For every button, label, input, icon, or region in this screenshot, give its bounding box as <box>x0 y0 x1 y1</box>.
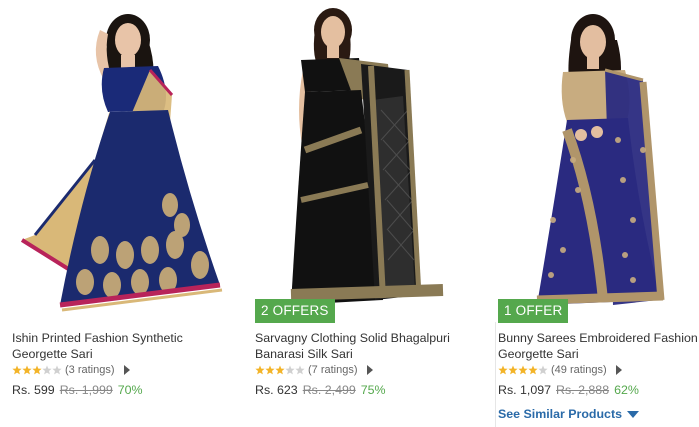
caret-down-icon <box>626 410 639 418</box>
star-filled-icon <box>275 365 285 375</box>
see-similar-products-link[interactable]: See Similar Products <box>498 407 639 421</box>
rating-row: (3 ratings) <box>12 363 130 377</box>
price-row: Rs. 623 Rs. 2,499 75% <box>255 383 386 397</box>
saree-illustration-2 <box>243 0 493 322</box>
discount-percent: 70% <box>117 383 143 397</box>
original-price: Rs. 2,888 <box>556 383 610 397</box>
ratings-count[interactable]: (3 ratings) <box>65 364 115 376</box>
rating-row: (49 ratings) <box>498 363 622 377</box>
star-rating <box>498 365 548 375</box>
selling-price: Rs. 599 <box>12 383 55 397</box>
price-row: Rs. 1,097 Rs. 2,888 62% <box>498 383 639 397</box>
product-title[interactable]: Ishin Printed Fashion Synthetic Georgett… <box>12 331 240 362</box>
ratings-count[interactable]: (49 ratings) <box>551 364 607 376</box>
star-filled-icon <box>265 365 275 375</box>
product-title[interactable]: Sarvagny Clothing Solid Bhagalpuri Banar… <box>255 331 485 362</box>
saree-illustration-3 <box>493 0 699 322</box>
selling-price: Rs. 623 <box>255 383 298 397</box>
product-image-1[interactable] <box>0 0 243 322</box>
star-empty-icon <box>42 365 52 375</box>
star-empty-icon <box>52 365 62 375</box>
play-arrow-icon[interactable] <box>366 365 373 375</box>
original-price: Rs. 2,499 <box>302 383 356 397</box>
product-card-3[interactable]: 1 OFFER Bunny Sarees Embroidered Fashion… <box>493 0 699 426</box>
star-filled-icon <box>498 365 508 375</box>
selling-price: Rs. 1,097 <box>498 383 552 397</box>
play-arrow-icon[interactable] <box>123 365 130 375</box>
star-empty-icon <box>538 365 548 375</box>
star-filled-icon <box>518 365 528 375</box>
star-filled-icon <box>528 365 538 375</box>
price-row: Rs. 599 Rs. 1,999 70% <box>12 383 143 397</box>
product-card-2[interactable]: 2 OFFERS Sarvagny Clothing Solid Bhagalp… <box>243 0 493 426</box>
star-filled-icon <box>22 365 32 375</box>
offer-badge[interactable]: 2 OFFERS <box>255 299 335 323</box>
offer-badge[interactable]: 1 OFFER <box>498 299 569 323</box>
product-image-2[interactable] <box>243 0 493 322</box>
discount-percent: 62% <box>614 383 639 397</box>
discount-percent: 75% <box>360 383 386 397</box>
star-rating <box>12 365 62 375</box>
product-card-1[interactable]: Ishin Printed Fashion Synthetic Georgett… <box>0 0 243 426</box>
saree-illustration-1 <box>0 0 243 322</box>
star-filled-icon <box>255 365 265 375</box>
play-arrow-icon[interactable] <box>615 365 622 375</box>
see-similar-label: See Similar Products <box>498 407 622 421</box>
product-image-3[interactable] <box>493 0 699 322</box>
star-rating <box>255 365 305 375</box>
star-empty-icon <box>295 365 305 375</box>
ratings-count[interactable]: (7 ratings) <box>308 364 358 376</box>
star-filled-icon <box>32 365 42 375</box>
product-title[interactable]: Bunny Sarees Embroidered Fashion Georget… <box>498 331 698 362</box>
rating-row: (7 ratings) <box>255 363 373 377</box>
star-filled-icon <box>508 365 518 375</box>
star-filled-icon <box>12 365 22 375</box>
star-empty-icon <box>285 365 295 375</box>
original-price: Rs. 1,999 <box>59 383 113 397</box>
